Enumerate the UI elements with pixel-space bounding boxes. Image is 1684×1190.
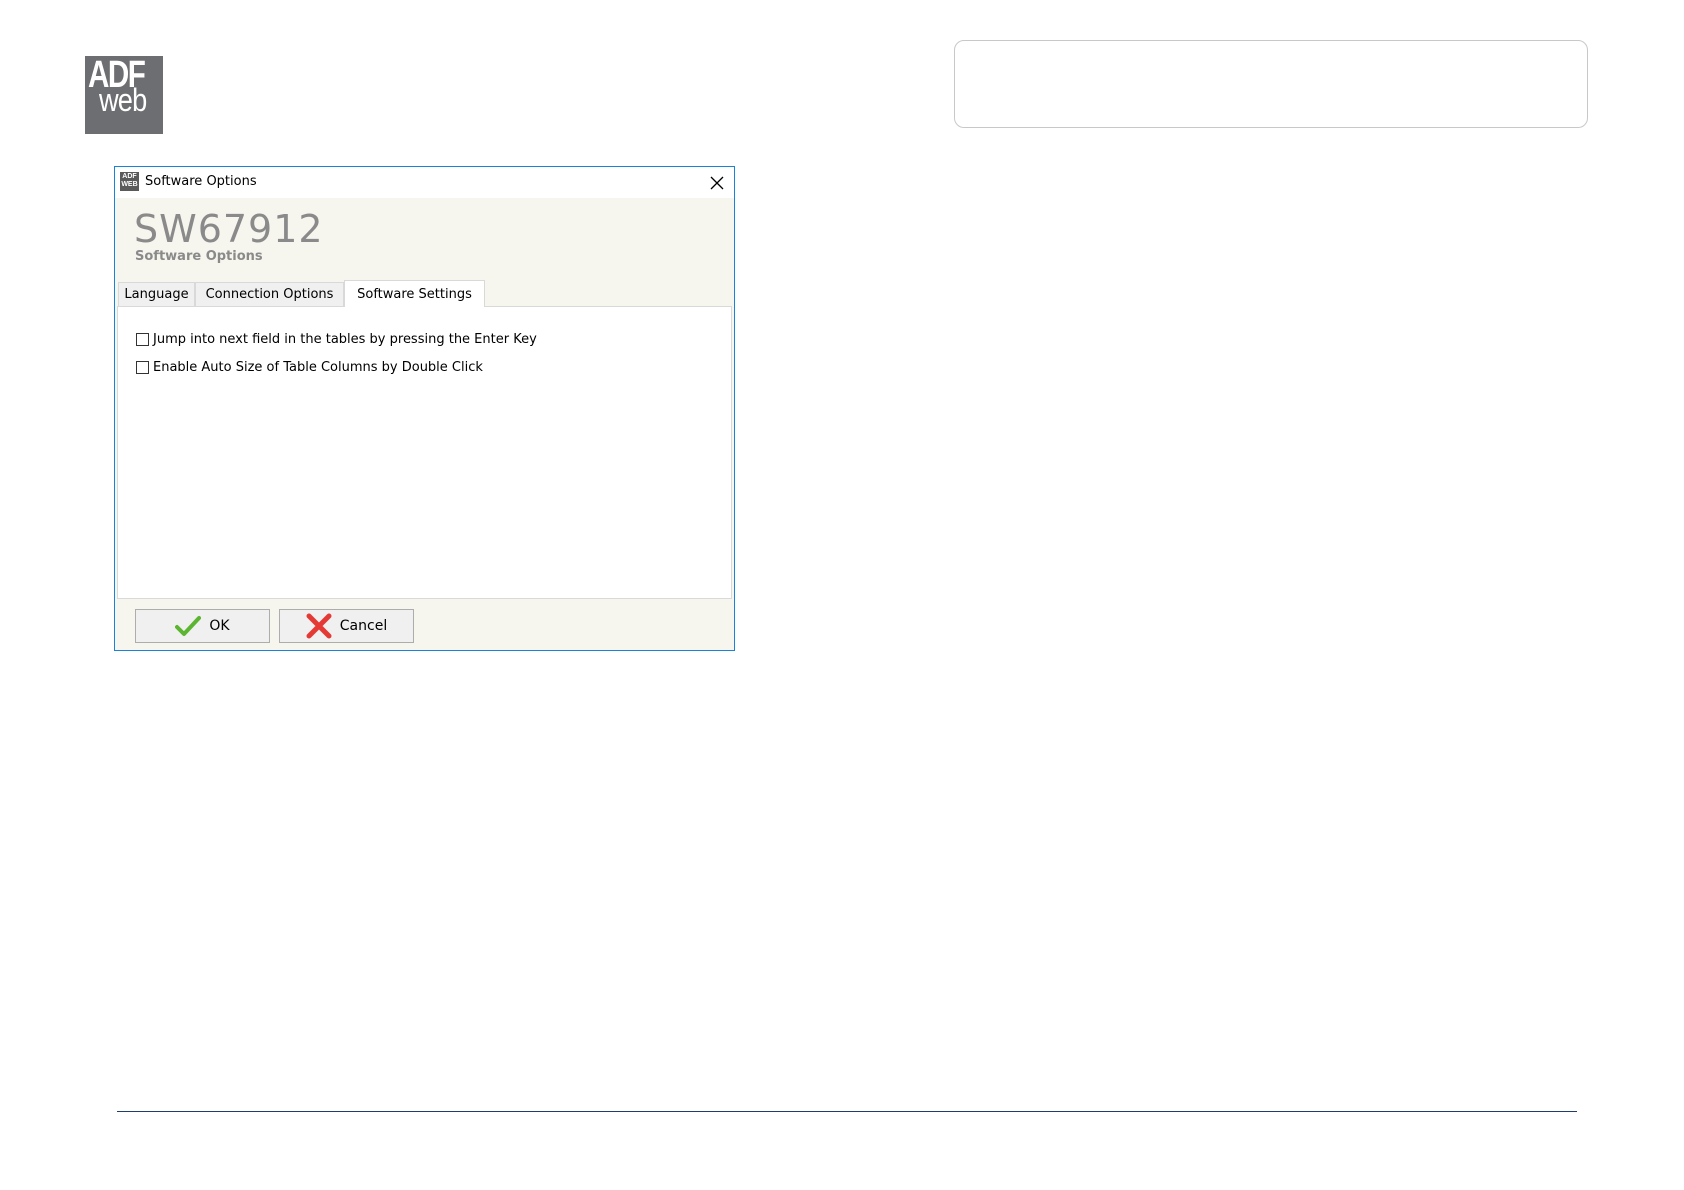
checkbox-enter-key-navigation[interactable] bbox=[136, 333, 149, 346]
tab-connection-options[interactable]: Connection Options bbox=[195, 282, 344, 306]
footer-divider bbox=[117, 1111, 1577, 1112]
software-settings-panel: Jump into next field in the tables by pr… bbox=[117, 306, 732, 599]
tab-software-settings[interactable]: Software Settings bbox=[344, 280, 485, 307]
logo-text-web: web bbox=[99, 82, 147, 118]
ok-button[interactable]: OK bbox=[135, 609, 270, 643]
adfweb-logo: ADF web bbox=[85, 56, 163, 134]
ok-label: OK bbox=[209, 618, 230, 634]
option-enter-key-navigation[interactable]: Jump into next field in the tables by pr… bbox=[136, 332, 537, 347]
cancel-label: Cancel bbox=[339, 618, 388, 634]
close-button[interactable] bbox=[700, 167, 734, 198]
close-icon bbox=[710, 176, 724, 189]
red-x-icon bbox=[306, 613, 332, 639]
dialog-title: Software Options bbox=[145, 174, 257, 189]
option-auto-size-columns[interactable]: Enable Auto Size of Table Columns by Dou… bbox=[136, 360, 483, 375]
app-code-title: SW67912 bbox=[134, 207, 324, 251]
checkmark-icon bbox=[175, 616, 202, 636]
header-info-box bbox=[954, 40, 1588, 128]
adfweb-app-icon: ADF WEB bbox=[120, 172, 139, 191]
software-options-dialog: ADF WEB Software Options SW67912 Software… bbox=[114, 166, 735, 651]
dialog-titlebar: ADF WEB Software Options bbox=[115, 167, 734, 198]
app-subtitle: Software Options bbox=[135, 249, 263, 264]
option-label: Enable Auto Size of Table Columns by Dou… bbox=[153, 360, 483, 375]
option-label: Jump into next field in the tables by pr… bbox=[153, 332, 537, 347]
checkbox-auto-size-columns[interactable] bbox=[136, 361, 149, 374]
tab-language[interactable]: Language bbox=[118, 282, 195, 306]
cancel-button[interactable]: Cancel bbox=[279, 609, 414, 643]
